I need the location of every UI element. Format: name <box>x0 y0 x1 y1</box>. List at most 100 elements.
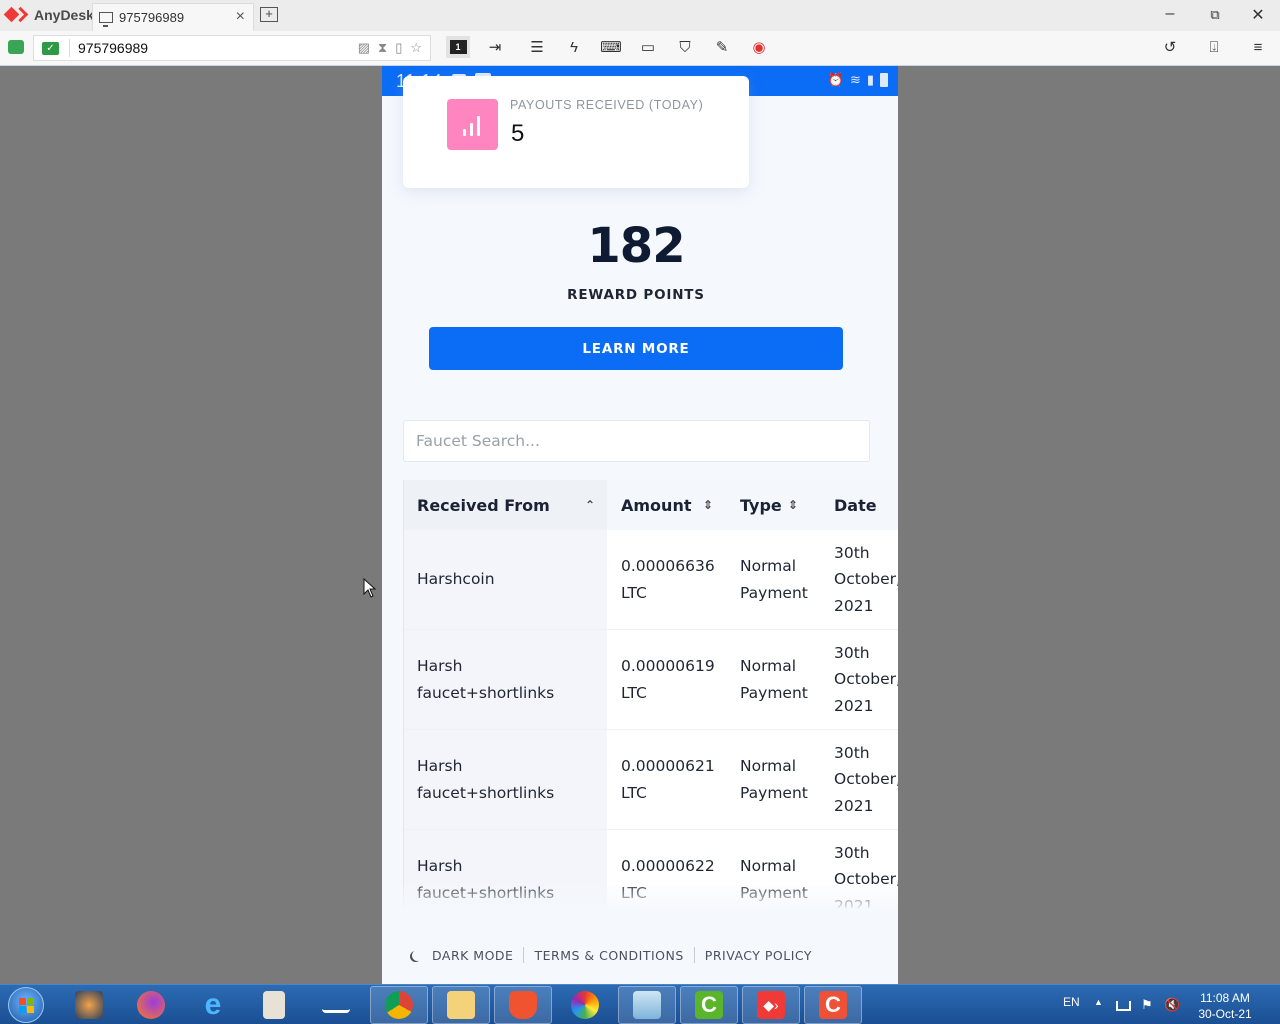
address-value[interactable]: 975796989 <box>78 40 148 56</box>
taskbar-brave[interactable] <box>494 986 552 1024</box>
cell-amount: 0.00000619 LTC <box>607 630 726 729</box>
camtasia-red-icon: C <box>819 991 847 1019</box>
system-clock[interactable]: 11:08 AM 30-Oct-21 <box>1196 990 1254 1022</box>
column-label: Date <box>834 495 877 515</box>
table-left-border <box>403 480 404 908</box>
table-scroll-fade <box>382 886 898 908</box>
battery-icon <box>880 73 888 87</box>
record-icon[interactable]: ◉ <box>748 38 770 58</box>
taskbar-anydesk[interactable]: ◆› <box>742 986 800 1024</box>
mouse-cursor-icon <box>363 578 377 598</box>
moon-icon[interactable] <box>412 950 423 961</box>
learn-more-button[interactable]: LEARN MORE <box>429 327 843 370</box>
database-icon[interactable]: ▯ <box>395 40 402 56</box>
chrome-icon <box>385 991 413 1019</box>
column-date[interactable]: Date ⇕ <box>820 480 898 530</box>
table-header: Received From ⌃ Amount ⇕ Type ⇕ Date ⇕ <box>403 480 898 530</box>
taskbar-notepad[interactable] <box>618 986 676 1024</box>
taskbar-internet-explorer[interactable]: e <box>184 986 242 1024</box>
minimize-button[interactable]: – <box>1160 5 1180 23</box>
cell-type: Normal Payment <box>726 530 820 629</box>
cell-amount: 0.00006636 LTC <box>607 530 726 629</box>
display-icon[interactable]: ▭ <box>637 38 659 58</box>
menu-icon[interactable]: ≡ <box>1247 38 1269 58</box>
network-icon[interactable] <box>1116 1001 1131 1011</box>
anydesk-title-bar: AnyDesk 975796989 × + – ⧉ ✕ <box>0 0 1280 31</box>
start-button[interactable] <box>8 987 44 1023</box>
address-bar[interactable]: ✓ 975796989 ▨ ⧗ ▯ ☆ <box>33 35 431 61</box>
cell-received-from: Harshcoin <box>403 530 607 629</box>
taskbar-media-player[interactable] <box>60 986 118 1024</box>
reward-points-value: 182 <box>587 218 685 274</box>
footer-divider <box>523 947 525 963</box>
cell-date: 30th October, 2021 <box>820 630 898 729</box>
page-footer: DARK MODE TERMS & CONDITIONS PRIVACY POL… <box>409 947 812 963</box>
no-display-icon[interactable]: ▨ <box>358 40 370 56</box>
stat-label: PAYOUTS RECEIVED (TODAY) <box>510 98 704 112</box>
keyboard-icon[interactable]: ⌨ <box>600 38 622 58</box>
sort-icon[interactable]: ⇕ <box>788 498 798 512</box>
column-received-from[interactable]: Received From ⌃ <box>403 480 607 530</box>
remote-phone-screen: 11:14 G ⏰ ≋ ▮ PAYOUTS RECEIVED (TODAY) 5… <box>382 66 898 984</box>
camtasia-green-icon: C <box>695 991 723 1019</box>
privacy-link[interactable]: PRIVACY POLICY <box>705 948 812 963</box>
session-tab-label: 975796989 <box>119 10 185 25</box>
whiteboard-pen-icon[interactable]: ✎ <box>711 38 733 58</box>
chat-icon[interactable]: ☰ <box>526 38 548 58</box>
anydesk-taskbar-icon: ◆› <box>757 991 785 1019</box>
stat-value: 5 <box>511 120 525 147</box>
column-label: Amount <box>621 495 692 515</box>
taskbar-camtasia-green[interactable]: C <box>680 986 738 1024</box>
signal-icon: ▮ <box>866 72 874 87</box>
session-tab[interactable]: 975796989 × <box>92 3 254 31</box>
payouts-table: Received From ⌃ Amount ⇕ Type ⇕ Date ⇕ H… <box>403 480 898 930</box>
windows-taskbar: e C ◆› C EN ▲ ⚑ 🔇 11:08 AM 30-Oct-21 <box>0 984 1280 1024</box>
actions-icon[interactable]: ϟ <box>563 38 585 58</box>
hourglass-icon[interactable]: ⧗ <box>378 40 387 56</box>
favorite-star-icon[interactable]: ☆ <box>410 40 422 56</box>
taskbar-file-explorer[interactable] <box>432 986 490 1024</box>
cell-date: 30th October, 2021 <box>820 530 898 629</box>
clock-date: 30-Oct-21 <box>1198 1007 1252 1021</box>
dark-mode-link[interactable]: DARK MODE <box>432 948 513 963</box>
internet-explorer-icon: e <box>204 988 222 1021</box>
cell-date: 30th October, 2021 <box>820 730 898 829</box>
taskbar-photos[interactable] <box>556 986 614 1024</box>
payouts-stat-card: PAYOUTS RECEIVED (TODAY) 5 <box>403 76 749 188</box>
sort-ascending-icon[interactable]: ⌃ <box>585 498 595 512</box>
anydesk-brand: AnyDesk <box>3 6 94 24</box>
scanner-icon <box>322 997 350 1013</box>
file-transfer-icon[interactable]: ⇥ <box>484 38 506 58</box>
bar-chart-icon <box>447 99 498 150</box>
wifi-icon: ≋ <box>849 72 861 87</box>
display-1-button[interactable]: 1 <box>446 36 470 58</box>
language-indicator[interactable]: EN <box>1063 995 1080 1009</box>
taskbar-scanner[interactable] <box>307 986 365 1024</box>
close-window-button[interactable]: ✕ <box>1248 5 1268 25</box>
terms-link[interactable]: TERMS & CONDITIONS <box>534 948 683 963</box>
verified-icon: ✓ <box>42 41 59 55</box>
action-center-flag-icon[interactable]: ⚑ <box>1141 997 1156 1012</box>
taskbar-chrome[interactable] <box>370 986 428 1024</box>
history-icon[interactable]: ↺ <box>1159 38 1181 58</box>
taskbar-camtasia-red[interactable]: C <box>804 986 862 1024</box>
faucet-search-input[interactable] <box>403 420 870 462</box>
alarm-icon: ⏰ <box>827 72 844 87</box>
column-label: Type <box>740 495 782 515</box>
column-type[interactable]: Type ⇕ <box>726 480 820 530</box>
address-separator <box>69 39 70 57</box>
privacy-shield-icon[interactable]: ⛉ <box>674 38 696 58</box>
taskbar-firefox[interactable] <box>122 986 180 1024</box>
taskbar-video-player[interactable] <box>245 986 303 1024</box>
column-amount[interactable]: Amount ⇕ <box>607 480 726 530</box>
show-hidden-icons-button[interactable]: ▲ <box>1094 997 1103 1007</box>
cell-received-from: Harsh faucet+shortlinks <box>403 630 607 729</box>
new-tab-button[interactable]: + <box>260 7 278 22</box>
cell-received-from: Harsh faucet+shortlinks <box>403 730 607 829</box>
volume-muted-icon[interactable]: 🔇 <box>1164 997 1180 1012</box>
cell-amount: 0.00000621 LTC <box>607 730 726 829</box>
close-tab-icon[interactable]: × <box>236 8 245 26</box>
restore-button[interactable]: ⧉ <box>1205 7 1225 23</box>
sort-icon[interactable]: ⇕ <box>703 498 713 512</box>
download-icon[interactable]: ⍗ <box>1203 38 1225 58</box>
